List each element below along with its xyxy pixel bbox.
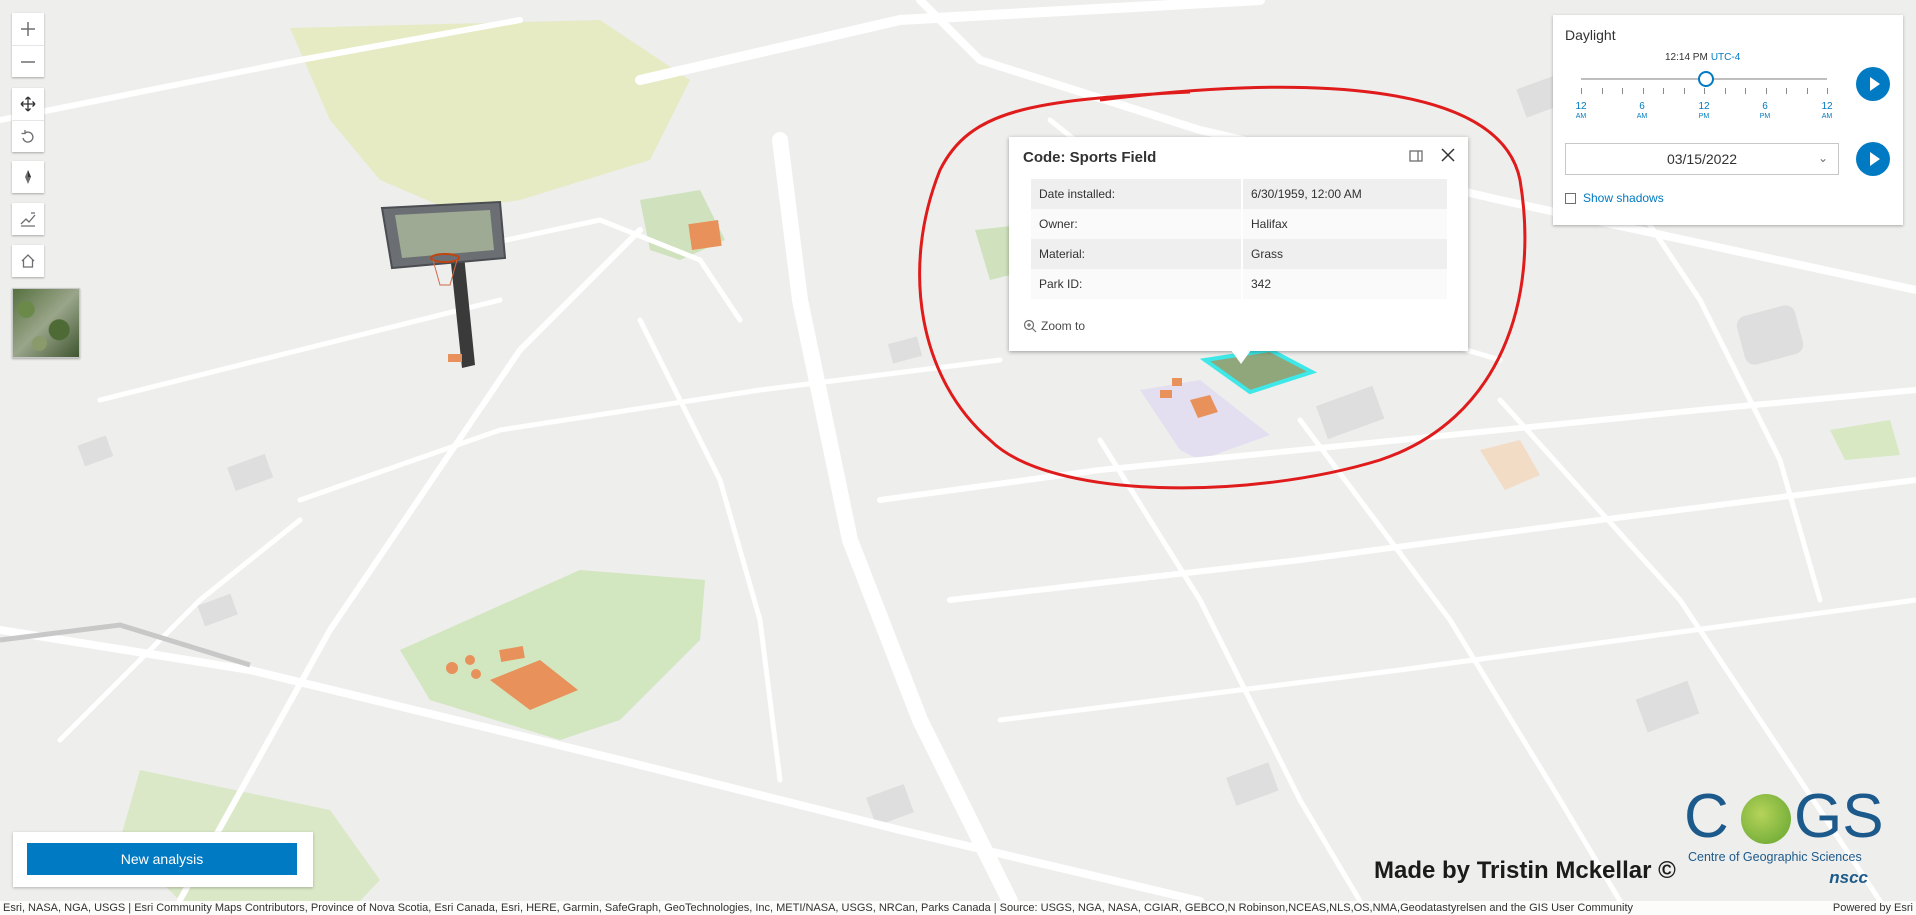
slider-tick <box>1684 88 1685 94</box>
slider-tick <box>1725 88 1726 94</box>
pan-button[interactable] <box>12 88 44 120</box>
table-row: Owner: Halifax <box>1031 209 1447 239</box>
move-icon <box>20 96 36 112</box>
date-value: 03/15/2022 <box>1666 151 1738 167</box>
line-of-sight-control <box>12 203 44 235</box>
show-shadows-label: Show shadows <box>1583 191 1664 205</box>
time-value: 12:14 PM <box>1665 52 1708 63</box>
basemap-toggle[interactable] <box>12 288 80 358</box>
sports-field-small[interactable] <box>1172 378 1182 386</box>
zoom-out-button[interactable] <box>12 45 44 77</box>
zoom-to-action[interactable]: Zoom to <box>1023 319 1085 333</box>
date-picker[interactable]: 03/15/2022 ⌄ <box>1565 143 1839 175</box>
field-name: Park ID: <box>1031 269 1243 299</box>
attribution-sources: Esri, NASA, NGA, USGS | Esri Community M… <box>3 902 1634 914</box>
slider-tick <box>1745 88 1746 94</box>
rotate-icon <box>21 129 34 143</box>
field-value: Grass <box>1242 239 1447 269</box>
slider-tick <box>1807 88 1808 94</box>
sports-field-small[interactable] <box>471 669 481 679</box>
tick-label: 6 PM <box>1759 101 1771 121</box>
nscc-wordmark: nscc <box>1829 868 1868 887</box>
new-analysis-button[interactable]: New analysis <box>27 843 297 875</box>
tick-label: 12 PM <box>1698 101 1710 121</box>
compass-button[interactable] <box>12 161 44 193</box>
home-control <box>12 245 44 277</box>
slider-tick <box>1704 88 1705 94</box>
line-of-sight-button[interactable] <box>12 203 44 235</box>
rotate-button[interactable] <box>12 120 44 152</box>
navigation-toggle <box>12 88 44 152</box>
daylight-time-readout: 12:14 PM UTC-4 <box>1665 52 1740 63</box>
map-attribution[interactable]: Esri, NASA, NGA, USGS | Esri Community M… <box>0 901 1916 915</box>
show-shadows-option[interactable]: Show shadows <box>1565 191 1664 205</box>
field-value: 342 <box>1242 269 1447 299</box>
table-row: Park ID: 342 <box>1031 269 1447 299</box>
zoom-in-button[interactable] <box>12 13 44 45</box>
daylight-title: Daylight <box>1565 27 1616 43</box>
play-time-button[interactable] <box>1856 67 1890 101</box>
chevron-down-icon: ⌄ <box>1817 151 1828 165</box>
zoom-controls <box>12 13 44 77</box>
field-name: Owner: <box>1031 209 1243 239</box>
popup-title: Code: Sports Field <box>1023 149 1157 166</box>
show-shadows-checkbox[interactable] <box>1565 192 1576 204</box>
logo-subtitle: Centre of Geographic Sciences <box>1688 850 1862 864</box>
compass-icon <box>25 170 31 184</box>
slider-tick <box>1766 88 1767 94</box>
slider-tick <box>1581 88 1582 94</box>
slider-tick <box>1602 88 1603 94</box>
sports-field-small[interactable] <box>446 662 458 674</box>
field-value: Halifax <box>1242 209 1447 239</box>
plus-icon <box>21 22 35 36</box>
analysis-panel: New analysis <box>13 832 313 887</box>
close-icon[interactable] <box>1439 147 1457 165</box>
table-row: Date installed: 6/30/1959, 12:00 AM <box>1031 179 1447 209</box>
field-name: Date installed: <box>1031 179 1243 209</box>
cogs-logo: C GS Centre of Geographic Sciences nscc <box>1684 782 1884 888</box>
table-row: Material: Grass <box>1031 239 1447 269</box>
globe-icon <box>1741 794 1791 844</box>
author-credit: Made by Tristin Mckellar © <box>1374 857 1676 884</box>
time-slider-thumb[interactable] <box>1698 71 1714 87</box>
line-of-sight-icon <box>20 212 36 227</box>
field-name: Material: <box>1031 239 1243 269</box>
popup-pointer <box>1231 350 1251 364</box>
play-date-button[interactable] <box>1856 142 1890 176</box>
slider-tick <box>1786 88 1787 94</box>
home-button[interactable] <box>12 245 44 277</box>
powered-by-esri[interactable]: Powered by Esri <box>1833 901 1913 915</box>
compass-control <box>12 161 44 193</box>
field-value: 6/30/1959, 12:00 AM <box>1242 179 1447 209</box>
slider-tick <box>1622 88 1623 94</box>
utc-offset[interactable]: UTC-4 <box>1711 52 1740 63</box>
sports-field-small[interactable] <box>465 655 475 665</box>
attribute-table: Date installed: 6/30/1959, 12:00 AM Owner… <box>1031 179 1447 299</box>
slider-tick <box>1827 88 1828 94</box>
zoom-to-label: Zoom to <box>1041 319 1086 333</box>
tick-label: 12 AM <box>1575 101 1587 121</box>
sports-field-small[interactable] <box>1160 390 1172 398</box>
feature-popup: Code: Sports Field Date installed: 6/30/1… <box>1009 137 1468 351</box>
slider-tick <box>1643 88 1644 94</box>
minus-icon <box>21 60 35 63</box>
sports-field[interactable] <box>688 220 722 250</box>
slider-tick <box>1663 88 1664 94</box>
tick-label: 6 AM <box>1636 101 1648 121</box>
daylight-widget: Daylight 12:14 PM UTC-4 12 AM 6 AM 12 PM 6 PM… <box>1553 15 1903 225</box>
tick-label: 12 AM <box>1821 101 1833 121</box>
zoom-to-icon <box>1023 319 1037 333</box>
dock-icon[interactable] <box>1409 149 1423 163</box>
home-icon <box>21 254 35 268</box>
